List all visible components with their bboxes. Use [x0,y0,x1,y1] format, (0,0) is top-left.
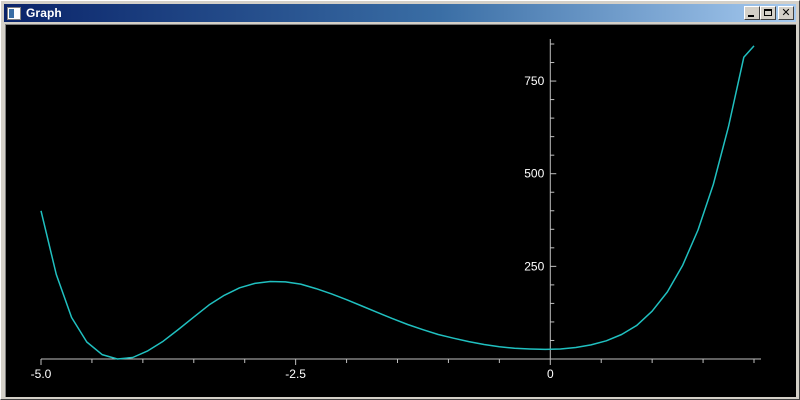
window-controls: ✕ [744,6,794,20]
y-tick-label: 250 [524,259,544,273]
graph-canvas[interactable]: -5.0 -2.5 0 250 500 750 [5,24,796,397]
x-tick-label: 0 [547,367,554,381]
series-line [40,45,755,360]
minimize-button[interactable] [744,6,760,20]
graph-window: Graph ✕ -5.0 -2.5 0 250 500 750 [0,0,800,400]
minimize-icon [748,15,754,17]
x-tick-label: -2.5 [285,367,306,381]
y-tick-label: 750 [524,74,544,88]
y-tick-label: 500 [524,167,544,181]
title-bar[interactable]: Graph ✕ [4,4,796,22]
x-tick-label: -5.0 [31,367,52,381]
graph-window-icon[interactable] [7,6,21,20]
maximize-button[interactable] [760,6,776,20]
close-icon: ✕ [781,6,791,19]
line-chart: -5.0 -2.5 0 250 500 750 [31,39,761,381]
window-title: Graph [26,6,62,20]
close-button[interactable]: ✕ [778,6,794,20]
maximize-icon [764,9,772,16]
